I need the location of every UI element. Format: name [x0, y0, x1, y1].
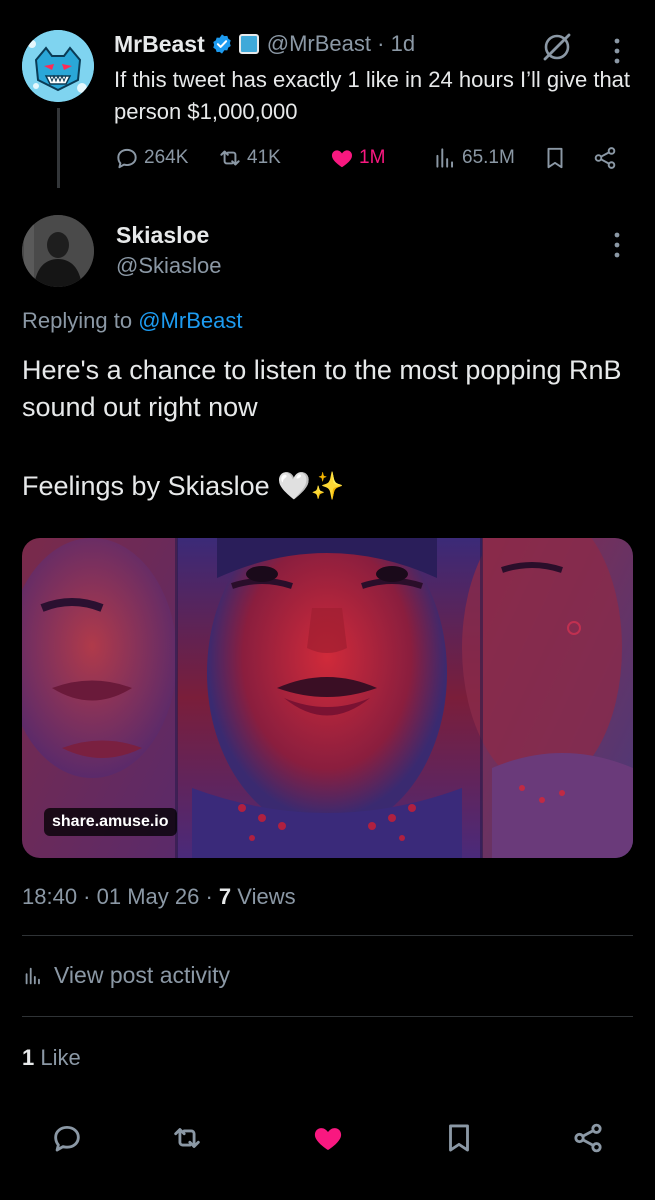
share-button[interactable]: [565, 1115, 611, 1161]
author-handle[interactable]: @Skiasloe: [116, 253, 222, 279]
avatar[interactable]: [22, 215, 94, 287]
bookmark-button[interactable]: [542, 145, 572, 171]
share-icon: [594, 147, 616, 169]
bookmark-icon: [547, 147, 563, 169]
repost-icon: [174, 1128, 200, 1148]
view-post-activity-button[interactable]: View post activity: [22, 962, 230, 989]
more-vertical-icon[interactable]: [604, 230, 630, 260]
reply-button[interactable]: 264K: [114, 145, 188, 171]
tweet-body-text: Here's a chance to listen to the most po…: [22, 355, 622, 422]
views-count: 65.1M: [462, 147, 515, 168]
bookmark-icon: [449, 1124, 469, 1152]
replying-to-mention-link[interactable]: @MrBeast: [138, 308, 242, 333]
views-icon: [436, 148, 454, 168]
card-domain-label: share.amuse.io: [44, 808, 177, 836]
tweet-body-text-line2: Feelings by Skiasloe 🤍✨: [22, 471, 345, 501]
view-post-activity-label: View post activity: [54, 962, 230, 988]
more-vertical-icon[interactable]: [604, 36, 630, 66]
parent-tweet-header: MrBeast @MrBeast · 1d: [114, 30, 415, 58]
share-button[interactable]: [592, 145, 622, 171]
heart-icon: [331, 150, 353, 168]
reply-button[interactable]: [44, 1115, 90, 1161]
like-button[interactable]: 1M: [329, 145, 385, 171]
views-icon: [25, 967, 40, 984]
link-preview-card[interactable]: share.amuse.io: [22, 538, 633, 858]
grok-icon[interactable]: [540, 30, 574, 64]
tweet-timestamp: 18:40 · 01 May 26 · 7 Views: [22, 884, 296, 909]
share-icon: [574, 1123, 602, 1153]
like-button[interactable]: [305, 1115, 351, 1161]
repost-count: 41K: [247, 147, 281, 168]
thread-connector: [57, 108, 60, 188]
like-count: 1M: [359, 147, 386, 168]
tweet-action-bar: [0, 1115, 655, 1165]
repost-button[interactable]: 41K: [217, 145, 281, 171]
parent-tweet-actions: 264K 41K 1M 65.1M: [114, 145, 624, 177]
verified-badge-icon: [213, 34, 231, 54]
divider: [22, 1016, 633, 1017]
parent-tweet-text: If this tweet has exactly 1 like in 24 h…: [114, 67, 631, 124]
reply-icon: [54, 1125, 80, 1152]
author-handle: @MrBeast · 1d: [266, 31, 416, 56]
repost-icon: [220, 150, 240, 166]
parent-tweet[interactable]: MrBeast @MrBeast · 1d If this tweet has …: [0, 0, 655, 200]
reply-icon: [117, 148, 137, 169]
views-button[interactable]: 65.1M: [432, 145, 515, 171]
likes-count-link[interactable]: 1 Like: [22, 1045, 81, 1071]
repost-button[interactable]: [164, 1115, 210, 1161]
bookmark-button[interactable]: [436, 1115, 482, 1161]
reply-count: 264K: [144, 147, 189, 168]
divider: [22, 935, 633, 936]
author-name[interactable]: MrBeast: [114, 31, 205, 58]
author-name[interactable]: Skiasloe: [116, 222, 209, 249]
replying-to: Replying to @MrBeast: [22, 308, 243, 333]
heart-icon: [314, 1128, 342, 1151]
affiliate-badge-icon: [238, 34, 259, 54]
avatar[interactable]: [22, 30, 94, 102]
